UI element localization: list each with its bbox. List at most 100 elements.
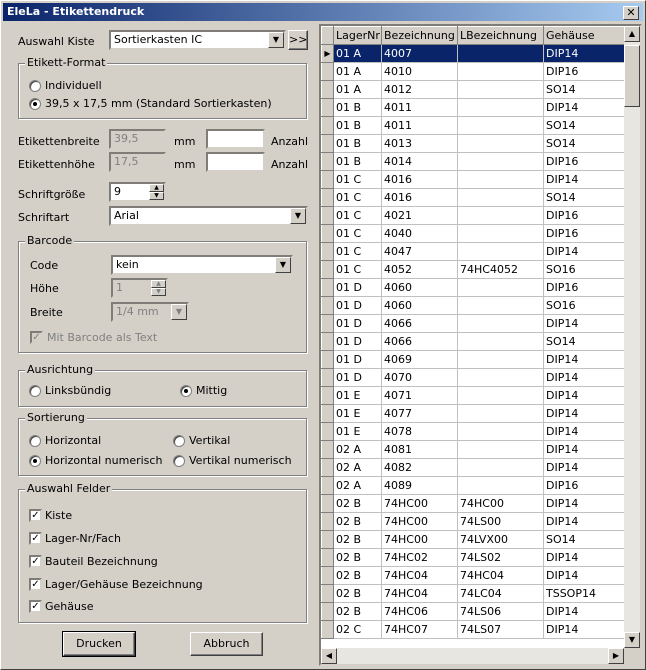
table-row[interactable]: 01 E 4078 DIP14 [321,422,625,441]
table-row[interactable]: 02 B 74HC06 74LS06 DIP14 [321,602,625,621]
table-cell[interactable] [457,458,544,477]
table-cell[interactable]: 4052 [381,260,458,279]
table-row[interactable]: 01 D 4066 DIP14 [321,314,625,333]
table-row[interactable]: ▶ 01 A 4007 DIP14 [321,44,625,63]
table-cell[interactable]: 74HC00 [457,494,544,513]
row-indicator[interactable] [321,548,334,567]
table-cell[interactable]: 01 B [333,152,382,171]
scroll-right-icon[interactable]: ▶ [608,648,624,664]
row-indicator[interactable] [321,476,334,495]
format-individuell-radio[interactable] [29,80,41,92]
table-cell[interactable]: 4047 [381,242,458,261]
table-cell[interactable]: 02 A [333,476,382,495]
table-row[interactable]: 01 C 4052 74HC4052 SO16 [321,260,625,279]
table-cell[interactable]: 01 D [333,296,382,315]
row-indicator[interactable] [321,440,334,459]
table-cell[interactable] [457,314,544,333]
table-cell[interactable]: 01 D [333,368,382,387]
table-cell[interactable] [457,350,544,369]
table-cell[interactable]: DIP14 [543,44,625,63]
table-cell[interactable]: 4069 [381,350,458,369]
scroll-left-icon[interactable]: ◀ [321,648,337,664]
table-cell[interactable]: 01 C [333,260,382,279]
table-cell[interactable]: 4077 [381,404,458,423]
table-cell[interactable]: SO14 [543,332,625,351]
table-cell[interactable]: SO14 [543,134,625,153]
table-cell[interactable] [457,242,544,261]
table-cell[interactable]: 74LC04 [457,584,544,603]
table-cell[interactable] [457,44,544,63]
table-cell[interactable]: SO14 [543,80,625,99]
barcode-breite-select[interactable]: 1/4 mm ▼ [111,302,189,322]
row-indicator[interactable] [321,152,334,171]
table-cell[interactable]: 02 A [333,440,382,459]
table-row[interactable]: 01 B 4014 DIP16 [321,152,625,171]
table-cell[interactable]: DIP14 [543,512,625,531]
table-row[interactable]: 02 A 4081 DIP14 [321,440,625,459]
row-indicator[interactable] [321,332,334,351]
table-cell[interactable]: 4060 [381,278,458,297]
table-cell[interactable]: 4040 [381,224,458,243]
table-cell[interactable]: 4078 [381,422,458,441]
table-cell[interactable]: 02 B [333,566,382,585]
table-row[interactable]: 01 A 4012 SO14 [321,80,625,99]
spin-up-icon[interactable]: ▲ [149,184,164,192]
table-cell[interactable]: 4012 [381,80,458,99]
table-cell[interactable]: SO14 [543,188,625,207]
horizontal-scrollbar[interactable]: ◀ ▶ [321,648,624,664]
table-cell[interactable]: DIP14 [543,440,625,459]
barcode-hoehe-spinner[interactable]: 1 ▲ ▼ [111,278,168,298]
chevron-down-icon[interactable]: ▼ [275,257,291,273]
feld-lagernr-checkbox[interactable]: ✓ [29,532,42,545]
table-cell[interactable]: 74HC04 [381,584,458,603]
table-cell[interactable]: 01 E [333,422,382,441]
table-row[interactable]: 01 D 4060 SO16 [321,296,625,315]
barcode-hoehe-spin[interactable]: ▲ ▼ [151,280,166,296]
feld-gehaeuse-checkbox[interactable]: ✓ [29,600,42,613]
table-cell[interactable] [457,62,544,81]
table-cell[interactable]: 4089 [381,476,458,495]
table-cell[interactable] [457,278,544,297]
table-cell[interactable]: 74LS02 [457,548,544,567]
format-standard-radio[interactable] [29,98,41,110]
row-indicator[interactable] [321,188,334,207]
table-row[interactable]: 01 C 4021 DIP16 [321,206,625,225]
table-cell[interactable]: DIP16 [543,278,625,297]
table-cell[interactable]: 4021 [381,206,458,225]
table-cell[interactable] [457,116,544,135]
table-cell[interactable]: 74LS06 [457,602,544,621]
row-indicator[interactable] [321,458,334,477]
row-indicator-icon[interactable]: ▶ [321,44,334,63]
table-cell[interactable]: 02 B [333,602,382,621]
table-cell[interactable]: 01 E [333,404,382,423]
kiste-select[interactable]: Sortierkasten IC ▼ [109,30,286,50]
table-cell[interactable]: DIP16 [543,62,625,81]
table-cell[interactable] [457,152,544,171]
table-cell[interactable]: DIP16 [543,206,625,225]
table-cell[interactable] [457,80,544,99]
table-cell[interactable] [457,134,544,153]
sort-vertikal-radio[interactable] [173,435,185,447]
row-indicator[interactable] [321,278,334,297]
row-indicator[interactable] [321,98,334,117]
table-cell[interactable]: 01 B [333,134,382,153]
table-row[interactable]: 02 B 74HC00 74HC00 DIP14 [321,494,625,513]
scroll-up-icon[interactable]: ▲ [624,26,640,42]
feld-kiste-checkbox[interactable]: ✓ [29,509,42,522]
column-header[interactable]: Gehäuse [543,26,625,45]
table-cell[interactable]: 4014 [381,152,458,171]
table-row[interactable]: 02 C 74HC07 74LS07 DIP14 [321,620,625,639]
scroll-down-icon[interactable]: ▼ [624,632,640,648]
table-cell[interactable]: 4082 [381,458,458,477]
table-row[interactable]: 01 A 4010 DIP16 [321,62,625,81]
table-cell[interactable]: 02 B [333,530,382,549]
table-cell[interactable] [457,296,544,315]
row-indicator[interactable] [321,206,334,225]
sort-vertikal-num-radio[interactable] [173,455,185,467]
table-cell[interactable] [457,224,544,243]
align-left-radio[interactable] [29,385,41,397]
row-indicator[interactable] [321,422,334,441]
table-cell[interactable] [457,188,544,207]
table-cell[interactable]: 01 A [333,44,382,63]
table-cell[interactable]: 01 C [333,170,382,189]
